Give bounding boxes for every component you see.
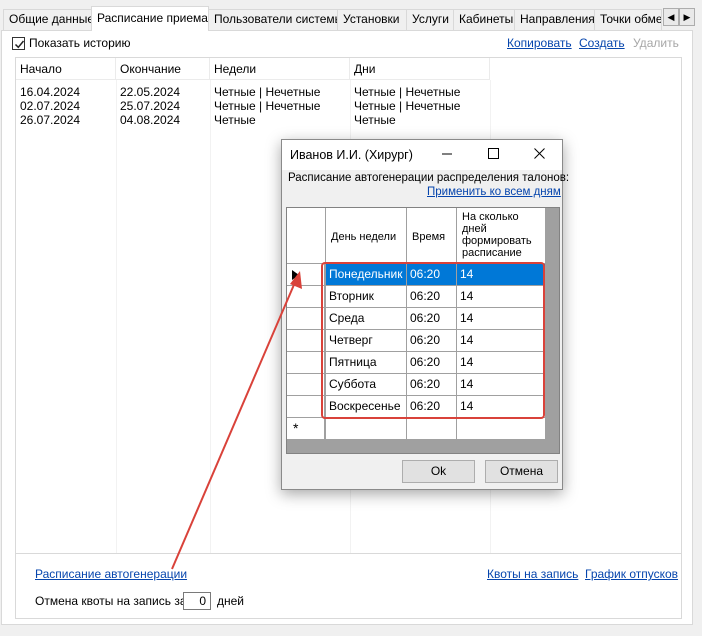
show-history-checkbox[interactable] [12, 37, 25, 50]
minimize-icon [441, 153, 452, 155]
cell-time[interactable]: 06:20 [407, 308, 457, 330]
dialog-titlebar[interactable]: Иванов И.И. (Хирург) [282, 140, 562, 170]
chevron-left-icon: ◀ [667, 12, 675, 22]
cell-start: 26.07.2024 [20, 113, 81, 127]
cancel-button[interactable]: Отмена [485, 460, 558, 483]
apply-to-all-days-link[interactable]: Применить ко всем дням [427, 186, 561, 198]
column-header-days[interactable]: Дни [350, 58, 490, 80]
current-row-arrow-icon [292, 270, 299, 280]
tab-users[interactable]: Пользователи системы [208, 9, 338, 30]
cell-day[interactable]: Четверг [326, 330, 407, 352]
tab-directions[interactable]: Направления [514, 9, 595, 30]
tab-scroll-right-button[interactable]: ▶ [679, 8, 695, 26]
close-icon [533, 148, 545, 159]
row-header[interactable] [287, 308, 325, 330]
cell-weeks: Четные | Нечетные [214, 99, 321, 113]
cell-end: 22.05.2024 [120, 85, 181, 99]
copy-link[interactable]: Копировать [507, 36, 572, 50]
tab-services[interactable]: Услуги [406, 9, 454, 30]
cell-days-ahead[interactable]: 14 [457, 286, 546, 308]
bottom-panel: Расписание автогенерации Квоты на запись… [15, 553, 682, 619]
checkmark-icon [14, 40, 25, 49]
cell-day[interactable]: Среда [326, 308, 407, 330]
autogeneration-schedule-link[interactable]: Расписание автогенерации [35, 567, 187, 581]
cell-end: 04.08.2024 [120, 113, 181, 127]
cell-time[interactable]: 06:20 [407, 374, 457, 396]
new-row-marker: * [293, 420, 299, 436]
row-header[interactable] [287, 330, 325, 352]
column-header-days-ahead-label: На сколько дней формировать расписание [462, 211, 532, 259]
column-header-days-ahead[interactable]: На сколько дней формировать расписание [457, 208, 546, 264]
quota-cancel-label: Отмена квоты на запись за [35, 594, 187, 608]
cell-day[interactable]: Пятница [326, 352, 407, 374]
cell-time[interactable]: 06:20 [407, 396, 457, 418]
column-header-time[interactable]: Время [407, 208, 457, 264]
cell-days: Четные | Нечетные [354, 99, 461, 113]
cell-days-ahead[interactable]: 14 [457, 352, 546, 374]
tab-schedule[interactable]: Расписание приема [91, 6, 209, 31]
quota-cancel-unit: дней [217, 594, 245, 608]
cell-days-ahead[interactable]: 14 [457, 330, 546, 352]
cell-time[interactable]: 06:20 [407, 286, 457, 308]
cell-day[interactable]: Понедельник [326, 264, 407, 286]
column-header-day-label: День недели [331, 231, 397, 243]
close-button[interactable] [516, 140, 562, 170]
dialog-caption: Расписание автогенерации распределения т… [288, 172, 570, 184]
row-header-corner [287, 208, 326, 264]
cell-start: 16.04.2024 [20, 85, 81, 99]
cell-day[interactable]: Суббота [326, 374, 407, 396]
cell-days: Четные | Нечетные [354, 85, 461, 99]
cell-weeks: Четные | Нечетные [214, 85, 321, 99]
cell-days: Четные [354, 113, 396, 127]
cell-start: 02.07.2024 [20, 99, 81, 113]
column-header-weeks[interactable]: Недели [210, 58, 350, 80]
row-header[interactable] [287, 264, 325, 286]
cell-weeks: Четные [214, 113, 256, 127]
autogeneration-dialog: Иванов И.И. (Хирург) Расписание автогене… [281, 139, 569, 490]
weekday-schedule-table: День недели Время На сколько дней формир… [286, 207, 560, 454]
ok-button[interactable]: Ok [402, 460, 475, 483]
cell-days-ahead-new[interactable] [457, 418, 546, 440]
delete-link: Удалить [633, 36, 679, 50]
column-header-time-label: Время [412, 231, 446, 243]
cell-time[interactable]: 06:20 [407, 264, 457, 286]
vacation-schedule-link[interactable]: График отпусков [585, 567, 678, 581]
cell-end: 25.07.2024 [120, 99, 181, 113]
create-link[interactable]: Создать [579, 36, 625, 50]
maximize-button[interactable] [470, 140, 516, 170]
cell-days-ahead[interactable]: 14 [457, 264, 546, 286]
column-header-start[interactable]: Начало [16, 58, 116, 80]
cell-time[interactable]: 06:20 [407, 330, 457, 352]
column-header-end[interactable]: Окончание [116, 58, 210, 80]
quota-cancel-days-input[interactable]: 0 [183, 592, 211, 610]
cell-day-new[interactable] [326, 418, 407, 440]
tab-scroll-left-button[interactable]: ◀ [663, 8, 679, 26]
column-header-day[interactable]: День недели [326, 208, 407, 264]
row-header[interactable] [287, 374, 325, 396]
cell-days-ahead[interactable]: 14 [457, 374, 546, 396]
tab-rooms[interactable]: Кабинеты [453, 9, 515, 30]
cell-day[interactable]: Вторник [326, 286, 407, 308]
quotas-link[interactable]: Квоты на запись [487, 567, 578, 581]
tab-settings[interactable]: Установки [337, 9, 407, 30]
row-header[interactable] [287, 286, 325, 308]
cell-day[interactable]: Воскресенье [326, 396, 407, 418]
row-header[interactable] [287, 352, 325, 374]
maximize-icon [487, 148, 499, 159]
show-history-label: Показать историю [29, 36, 131, 50]
dialog-title: Иванов И.И. (Хирург) [290, 148, 413, 162]
tab-exchange-points[interactable]: Точки обме [594, 9, 662, 30]
row-header[interactable]: * [287, 418, 325, 440]
cell-time[interactable]: 06:20 [407, 352, 457, 374]
row-header[interactable] [287, 396, 325, 418]
cell-time-new[interactable] [407, 418, 457, 440]
cell-days-ahead[interactable]: 14 [457, 396, 546, 418]
tab-general[interactable]: Общие данные [3, 9, 92, 30]
minimize-button[interactable] [424, 140, 470, 170]
chevron-right-icon: ▶ [683, 12, 691, 22]
tab-strip: Общие данные Расписание приема Пользоват… [0, 0, 702, 31]
cell-days-ahead[interactable]: 14 [457, 308, 546, 330]
